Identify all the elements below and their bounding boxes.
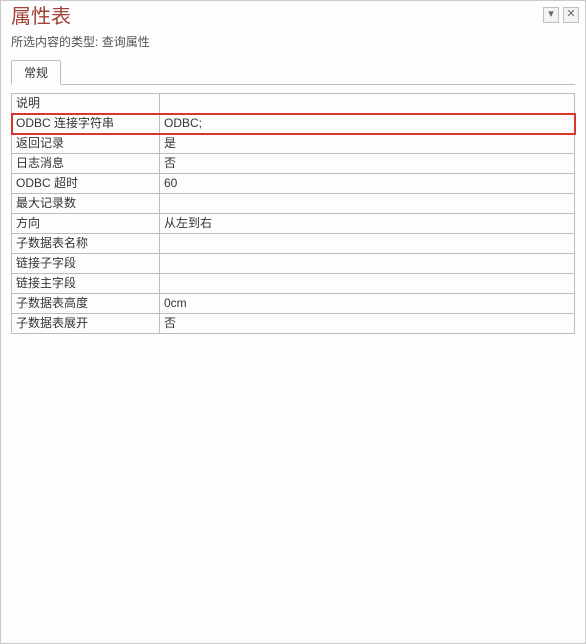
empty-space xyxy=(1,334,585,643)
property-value[interactable]: 从左到右 xyxy=(160,214,575,234)
property-label: ODBC 连接字符串 xyxy=(12,114,160,134)
titlebar: 属性表 ▾ ✕ xyxy=(1,1,585,31)
window-controls: ▾ ✕ xyxy=(543,7,579,23)
property-label: 链接子字段 xyxy=(12,254,160,274)
property-label: 日志消息 xyxy=(12,154,160,174)
close-icon[interactable]: ✕ xyxy=(563,7,579,23)
property-row[interactable]: 返回记录是 xyxy=(12,134,575,154)
tab-strip: 常规 xyxy=(1,60,585,85)
property-grid: 说明ODBC 连接字符串ODBC;返回记录是日志消息否ODBC 超时60最大记录… xyxy=(11,93,575,334)
property-row[interactable]: ODBC 连接字符串ODBC; xyxy=(12,114,575,134)
property-row[interactable]: 日志消息否 xyxy=(12,154,575,174)
property-row[interactable]: 链接主字段 xyxy=(12,274,575,294)
property-value[interactable] xyxy=(160,94,575,114)
property-value[interactable]: ODBC; xyxy=(160,114,575,134)
property-label: 最大记录数 xyxy=(12,194,160,214)
tab-general[interactable]: 常规 xyxy=(11,60,61,85)
property-value[interactable] xyxy=(160,194,575,214)
property-row[interactable]: 子数据表展开否 xyxy=(12,314,575,334)
property-label: 返回记录 xyxy=(12,134,160,154)
property-label: 链接主字段 xyxy=(12,274,160,294)
selection-type-line: 所选内容的类型: 查询属性 xyxy=(1,31,585,60)
panel-title: 属性表 xyxy=(11,5,543,29)
property-label: 方向 xyxy=(12,214,160,234)
property-value[interactable]: 否 xyxy=(160,154,575,174)
property-row[interactable]: ODBC 超时60 xyxy=(12,174,575,194)
property-value[interactable]: 否 xyxy=(160,314,575,334)
property-row[interactable]: 说明 xyxy=(12,94,575,114)
dropdown-icon[interactable]: ▾ xyxy=(543,7,559,23)
selection-type-label: 所选内容的类型: xyxy=(11,35,98,49)
property-value[interactable]: 是 xyxy=(160,134,575,154)
property-label: ODBC 超时 xyxy=(12,174,160,194)
property-value[interactable] xyxy=(160,254,575,274)
property-value[interactable] xyxy=(160,274,575,294)
property-row[interactable]: 子数据表名称 xyxy=(12,234,575,254)
property-sheet-panel: 属性表 ▾ ✕ 所选内容的类型: 查询属性 常规 说明ODBC 连接字符串ODB… xyxy=(0,0,586,644)
property-row[interactable]: 方向从左到右 xyxy=(12,214,575,234)
property-label: 子数据表名称 xyxy=(12,234,160,254)
property-row[interactable]: 子数据表高度0cm xyxy=(12,294,575,314)
selection-type-value: 查询属性 xyxy=(102,35,150,49)
property-label: 子数据表高度 xyxy=(12,294,160,314)
property-label: 子数据表展开 xyxy=(12,314,160,334)
property-value[interactable]: 60 xyxy=(160,174,575,194)
property-value[interactable] xyxy=(160,234,575,254)
property-label: 说明 xyxy=(12,94,160,114)
property-row[interactable]: 链接子字段 xyxy=(12,254,575,274)
property-value[interactable]: 0cm xyxy=(160,294,575,314)
property-row[interactable]: 最大记录数 xyxy=(12,194,575,214)
